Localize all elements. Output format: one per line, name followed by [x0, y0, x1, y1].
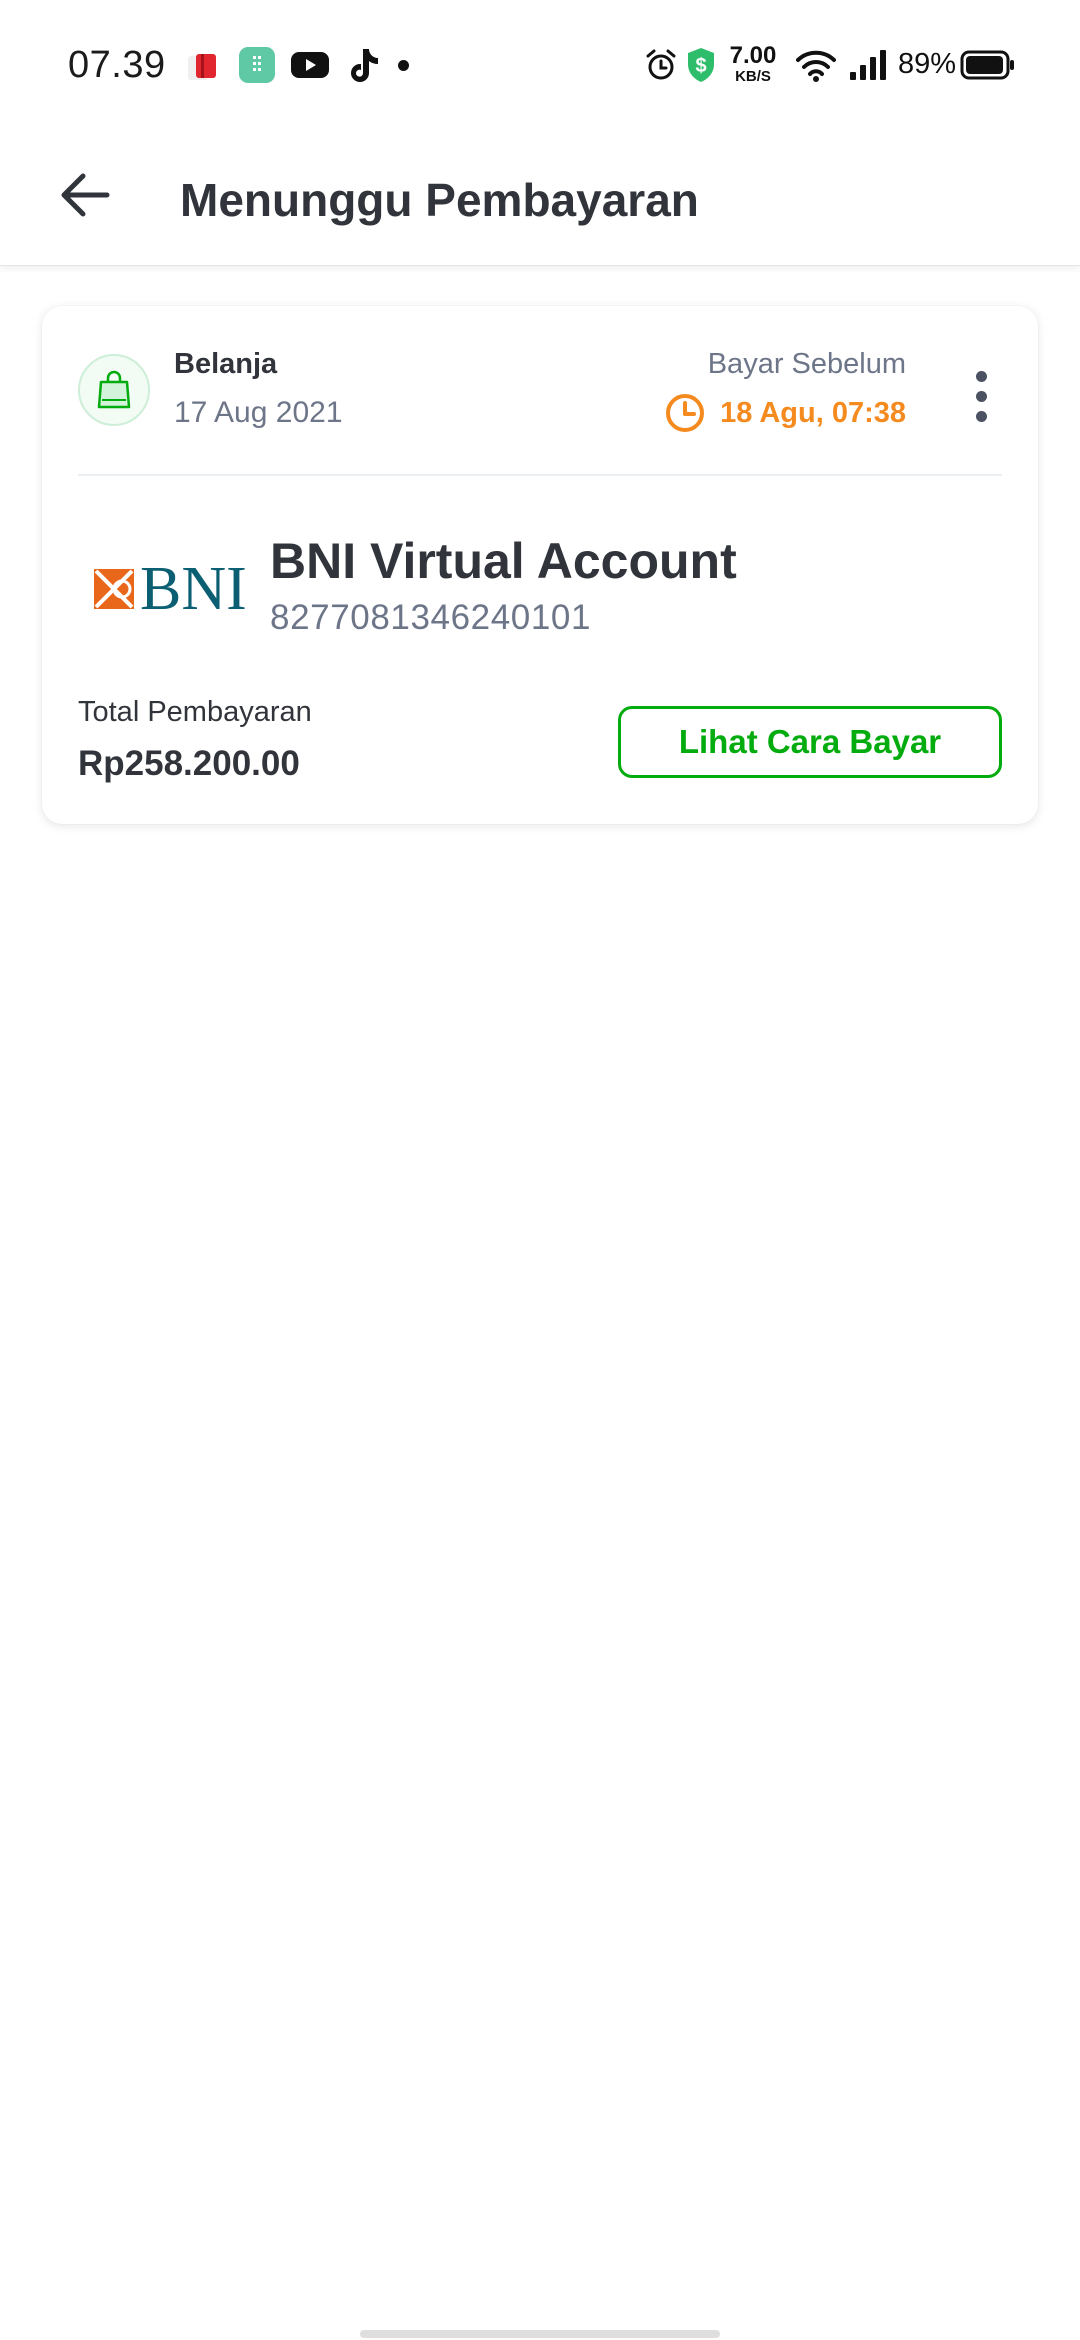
youtube-icon	[290, 50, 330, 85]
battery-percentage: 89%	[898, 48, 957, 80]
shopping-category-badge	[78, 354, 150, 426]
order-date: 17 Aug 2021	[174, 396, 343, 429]
network-speed-value: 7.00	[729, 42, 777, 69]
card-divider	[78, 474, 1002, 476]
bni-logo-mark	[92, 567, 136, 611]
calculator-app-icon	[238, 46, 276, 89]
battery-icon	[960, 50, 1016, 85]
back-button[interactable]	[40, 150, 130, 240]
wifi-icon	[796, 48, 836, 87]
arrow-left-icon	[57, 171, 113, 219]
shopping-bag-icon	[96, 370, 132, 410]
deadline-row: 18 Agu, 07:38	[664, 392, 906, 434]
security-shield-icon: $	[686, 46, 716, 89]
signal-icon	[848, 48, 890, 87]
more-vertical-icon-dot	[975, 390, 987, 402]
pending-payment-card[interactable]: Belanja 17 Aug 2021 Bayar Sebelum 18 Agu…	[42, 306, 1038, 824]
page-title: Menunggu Pembayaran	[180, 174, 699, 226]
status-time: 07.39	[68, 44, 166, 86]
virtual-account-number: 8277081346240101	[270, 598, 592, 637]
network-speed-unit: KB/S	[735, 68, 771, 85]
more-vertical-icon-dot	[975, 410, 987, 422]
deadline-value: 18 Agu, 07:38	[720, 396, 906, 429]
more-notifications-dot	[398, 60, 409, 71]
notification-app-icon	[186, 50, 220, 89]
alarm-icon	[644, 48, 678, 87]
navigation-gesture-bar[interactable]	[360, 2330, 720, 2338]
network-speed: 7.00 KB/S	[728, 42, 778, 85]
clock-icon	[664, 392, 706, 434]
svg-text:$: $	[695, 55, 706, 77]
tiktok-icon	[346, 46, 380, 89]
transaction-category: Belanja	[174, 348, 278, 380]
how-to-pay-button[interactable]: Lihat Cara Bayar	[618, 706, 1002, 778]
bni-logo: BNI	[92, 558, 247, 620]
more-vertical-icon-dot	[975, 370, 987, 382]
deadline-label: Bayar Sebelum	[707, 348, 906, 380]
total-payment-amount: Rp258.200.00	[78, 744, 300, 783]
app-header: Menunggu Pembayaran	[0, 130, 1080, 266]
more-options-button[interactable]	[946, 356, 1016, 436]
bni-logo-text: BNI	[140, 555, 247, 623]
total-payment-label: Total Pembayaran	[78, 696, 312, 728]
status-bar: 07.39 $ 7.00 KB/S 89%	[0, 0, 1080, 130]
payment-method-name: BNI Virtual Account	[270, 533, 737, 589]
